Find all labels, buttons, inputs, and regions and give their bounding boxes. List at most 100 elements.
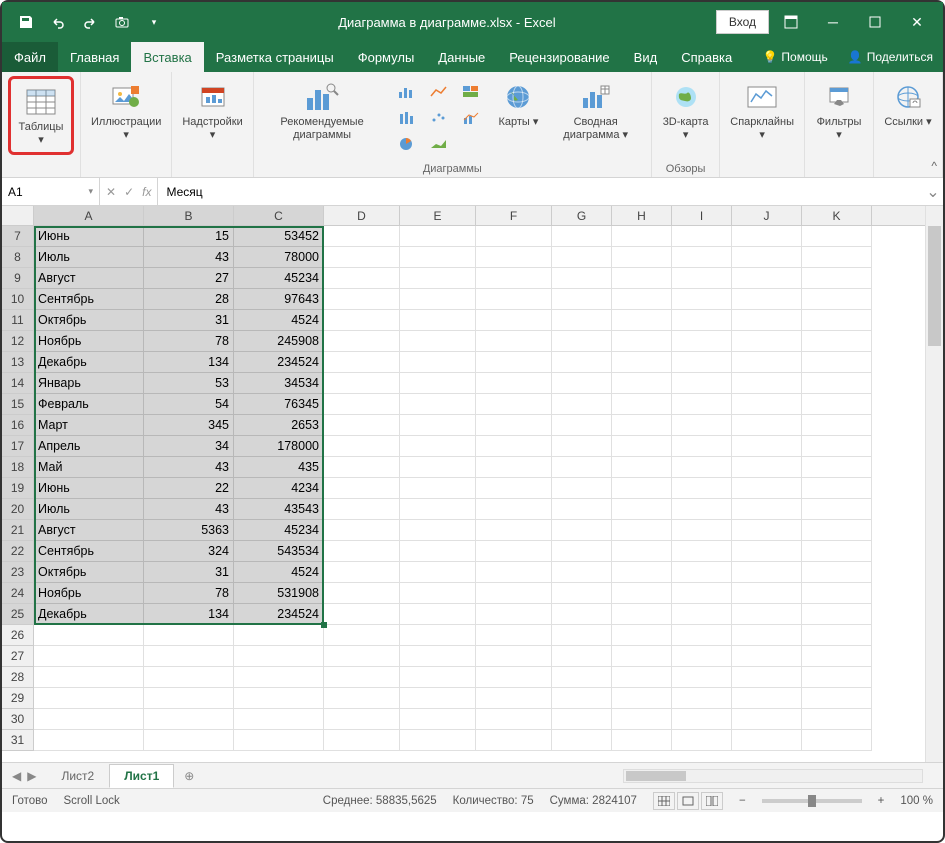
cell[interactable] — [802, 310, 872, 331]
row-header[interactable]: 15 — [2, 394, 34, 415]
camera-icon[interactable] — [108, 8, 136, 36]
cell[interactable] — [476, 478, 552, 499]
cell[interactable] — [324, 604, 400, 625]
cell[interactable]: 2653 — [234, 415, 324, 436]
cell[interactable] — [802, 373, 872, 394]
cell[interactable]: Июнь — [34, 226, 144, 247]
cell[interactable] — [612, 394, 672, 415]
row-header[interactable]: 24 — [2, 583, 34, 604]
cell[interactable] — [672, 289, 732, 310]
cell[interactable] — [400, 499, 476, 520]
col-header-I[interactable]: I — [672, 206, 732, 225]
cell[interactable] — [552, 289, 612, 310]
cell[interactable] — [324, 457, 400, 478]
cell[interactable] — [552, 352, 612, 373]
row-header[interactable]: 12 — [2, 331, 34, 352]
cell[interactable] — [234, 625, 324, 646]
cell[interactable] — [732, 520, 802, 541]
cell[interactable] — [732, 331, 802, 352]
vscroll-thumb[interactable] — [928, 226, 941, 346]
cell[interactable] — [400, 394, 476, 415]
cell[interactable] — [400, 268, 476, 289]
cell[interactable] — [732, 436, 802, 457]
row-header[interactable]: 27 — [2, 646, 34, 667]
cell[interactable] — [672, 310, 732, 331]
chart-line-icon[interactable] — [424, 80, 454, 104]
cell[interactable] — [476, 667, 552, 688]
tell-me[interactable]: 💡Помощь — [752, 42, 837, 72]
cell[interactable] — [476, 457, 552, 478]
cell[interactable] — [400, 226, 476, 247]
cell[interactable] — [802, 520, 872, 541]
col-header-F[interactable]: F — [476, 206, 552, 225]
tab-view[interactable]: Вид — [622, 42, 670, 72]
pivot-chart-button[interactable]: Сводная диаграмма ▾ — [546, 76, 645, 145]
cell[interactable] — [34, 730, 144, 751]
cell[interactable] — [324, 562, 400, 583]
cell[interactable] — [672, 394, 732, 415]
cell[interactable]: 15 — [144, 226, 234, 247]
column-headers[interactable]: ABCDEFGHIJK — [34, 206, 925, 226]
tab-home[interactable]: Главная — [58, 42, 131, 72]
cell[interactable] — [802, 625, 872, 646]
row-header[interactable]: 11 — [2, 310, 34, 331]
cell[interactable] — [732, 688, 802, 709]
cell[interactable] — [144, 688, 234, 709]
cell[interactable]: 45234 — [234, 268, 324, 289]
cell[interactable] — [672, 520, 732, 541]
cell[interactable] — [144, 646, 234, 667]
cell[interactable] — [144, 625, 234, 646]
cell[interactable]: 531908 — [234, 583, 324, 604]
ribbon-collapse-icon[interactable]: ^ — [931, 159, 937, 173]
save-icon[interactable] — [12, 8, 40, 36]
cell[interactable] — [476, 247, 552, 268]
cell[interactable] — [400, 310, 476, 331]
cell[interactable] — [400, 709, 476, 730]
cell[interactable] — [324, 541, 400, 562]
row-header[interactable]: 26 — [2, 625, 34, 646]
cell[interactable] — [324, 478, 400, 499]
chart-stat-icon[interactable] — [392, 106, 422, 130]
cell[interactable] — [612, 415, 672, 436]
cell[interactable] — [672, 667, 732, 688]
cell[interactable] — [400, 520, 476, 541]
cell[interactable] — [552, 268, 612, 289]
addins-button[interactable]: Надстройки ▾ — [178, 76, 246, 145]
cell[interactable]: 76345 — [234, 394, 324, 415]
cell[interactable] — [802, 352, 872, 373]
zoom-level[interactable]: 100 % — [900, 795, 933, 807]
cell[interactable]: 31 — [144, 310, 234, 331]
chart-bar-icon[interactable] — [392, 80, 422, 104]
cell[interactable] — [732, 709, 802, 730]
cell[interactable] — [802, 331, 872, 352]
row-header[interactable]: 25 — [2, 604, 34, 625]
cell[interactable] — [612, 562, 672, 583]
cell[interactable] — [476, 331, 552, 352]
cell[interactable] — [400, 562, 476, 583]
cell[interactable]: Май — [34, 457, 144, 478]
cell[interactable] — [802, 499, 872, 520]
row-header[interactable]: 7 — [2, 226, 34, 247]
cell[interactable] — [400, 583, 476, 604]
row-header[interactable]: 17 — [2, 436, 34, 457]
cell[interactable] — [34, 646, 144, 667]
tab-formulas[interactable]: Формулы — [346, 42, 427, 72]
cell[interactable] — [802, 646, 872, 667]
cell[interactable] — [400, 604, 476, 625]
cell[interactable] — [324, 289, 400, 310]
cell[interactable]: Сентябрь — [34, 289, 144, 310]
cell[interactable] — [144, 730, 234, 751]
chart-scatter-icon[interactable] — [424, 106, 454, 130]
cell[interactable]: Март — [34, 415, 144, 436]
redo-icon[interactable] — [76, 8, 104, 36]
col-header-B[interactable]: B — [144, 206, 234, 225]
cell[interactable] — [400, 331, 476, 352]
cell[interactable]: 134 — [144, 604, 234, 625]
cell[interactable]: 134 — [144, 352, 234, 373]
cell[interactable]: 234524 — [234, 604, 324, 625]
cell[interactable] — [612, 541, 672, 562]
cell[interactable] — [552, 226, 612, 247]
cell[interactable] — [732, 394, 802, 415]
col-header-K[interactable]: K — [802, 206, 872, 225]
cell[interactable] — [552, 625, 612, 646]
